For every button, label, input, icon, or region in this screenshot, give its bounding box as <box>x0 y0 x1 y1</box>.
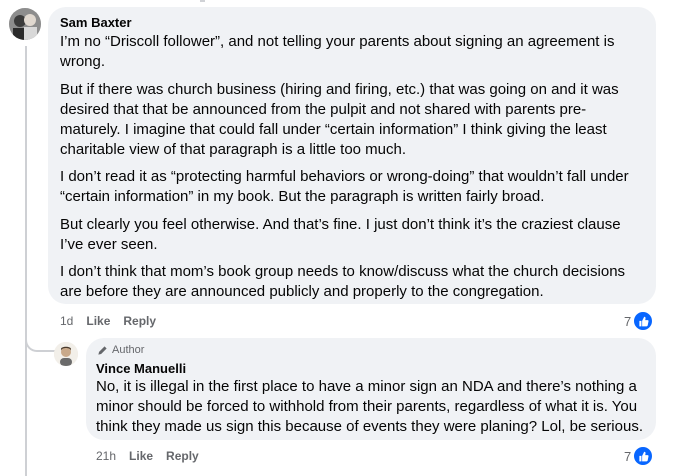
reply-connector <box>25 330 55 352</box>
comment-line: But if there was church business (hiring… <box>60 81 619 98</box>
reply-line: minor should be forced to withhold from … <box>96 398 638 415</box>
avatar[interactable] <box>54 342 78 366</box>
thumbs-up-icon <box>633 446 654 466</box>
comment-actions: 1d Like Reply <box>60 314 156 328</box>
comment-line: maturely. I imagine that could fall unde… <box>60 121 607 138</box>
like-button[interactable]: Like <box>129 449 153 463</box>
comment-line: wrong. <box>60 53 106 70</box>
reply-timestamp[interactable]: 21h <box>96 449 116 463</box>
reply-line: No, it is illegal in the first place to … <box>96 378 637 395</box>
reaction-summary[interactable]: 7 <box>624 311 654 331</box>
like-button[interactable]: Like <box>86 314 110 328</box>
comment-line: I’ve ever seen. <box>60 236 158 253</box>
top-divider <box>200 0 205 2</box>
comment-line: I’m no “Driscoll follower”, and not tell… <box>60 33 615 50</box>
comment-line: But clearly you feel otherwise. And that… <box>60 216 621 233</box>
author-badge: Author <box>97 344 144 356</box>
reaction-count: 7 <box>624 313 632 329</box>
comment-line: desired that that be announced from the … <box>60 101 587 118</box>
avatar-photo <box>54 342 78 366</box>
comment-line: I don’t think that mom’s book group need… <box>60 263 626 280</box>
reply-button[interactable]: Reply <box>123 314 156 328</box>
comment-line: I don’t read it as “protecting harmful b… <box>60 168 629 185</box>
comment-line: “certain information” in my book. But th… <box>60 188 545 205</box>
reaction-count: 7 <box>624 448 632 464</box>
pen-icon <box>98 345 107 355</box>
comment-line: are before they are announced publicly a… <box>60 283 544 300</box>
reply-button[interactable]: Reply <box>166 449 199 463</box>
comment-timestamp[interactable]: 1d <box>60 314 73 328</box>
avatar-photo <box>9 8 41 40</box>
avatar[interactable] <box>9 8 41 40</box>
comment-author-name[interactable]: Sam Baxter <box>60 15 132 30</box>
reaction-summary[interactable]: 7 <box>624 446 654 466</box>
reply-author-name[interactable]: Vince Manuelli <box>96 361 186 376</box>
reply-actions: 21h Like Reply <box>96 449 199 463</box>
reply-line: think they made us sign this because of … <box>96 418 643 435</box>
thread-line <box>25 46 27 476</box>
author-badge-label: Author <box>112 344 145 356</box>
comment-line: charitable view of that paragraph is a l… <box>60 141 407 158</box>
thumbs-up-icon <box>633 311 654 331</box>
